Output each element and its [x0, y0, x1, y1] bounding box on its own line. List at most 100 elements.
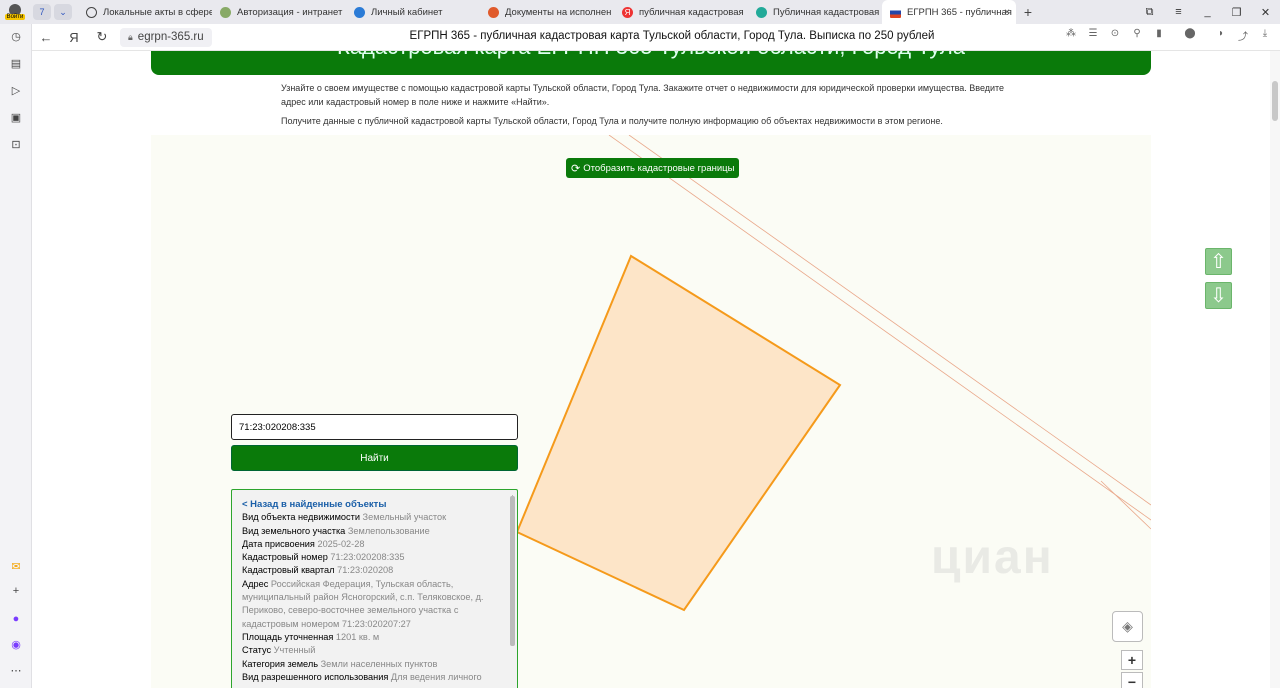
scroll-down-arrow-icon[interactable]: ⇩	[1205, 282, 1232, 309]
back-arrow-icon[interactable]: ←	[32, 30, 60, 45]
info-key: Кадастровый номер	[242, 552, 328, 563]
tab-list-chevron-icon[interactable]: ⌄	[54, 4, 72, 20]
info-rows: Вид объекта недвижимости Земельный участ…	[242, 511, 501, 684]
tab-4[interactable]: Я публичная кадастровая	[614, 0, 748, 24]
vpn-icon[interactable]: ◗	[1210, 28, 1232, 43]
info-value: 1201 кв. м	[335, 631, 380, 642]
info-key: Вид разрешенного использования	[242, 671, 389, 682]
panel-scrollbar[interactable]	[510, 496, 515, 646]
protect-icon[interactable]: ⊙	[1104, 28, 1126, 43]
road-line	[1100, 480, 1151, 530]
bookmark-icon[interactable]: ▮	[1148, 28, 1170, 43]
tab-1[interactable]: Авторизация - интранет	[212, 0, 346, 24]
info-key: Дата присвоения	[242, 538, 315, 549]
new-tab-button[interactable]: +	[1016, 4, 1040, 20]
tab-label: Локальные акты в сфере	[103, 6, 212, 18]
info-row: Площадь уточненная 1201 кв. м	[242, 631, 501, 644]
info-row: Кадастровый квартал 71:23:020208	[242, 564, 501, 577]
screenshot-icon[interactable]: ⊡	[9, 138, 23, 152]
info-row: Вид разрешенного использования Для веден…	[242, 671, 501, 684]
info-row: Дата присвоения 2025-02-28	[242, 538, 501, 551]
tab-6-active[interactable]: ЕГРПН 365 - публичная ×	[882, 0, 1016, 24]
address-bar-actions: ⁂ ☰ ⊙ ⚲ ▮ ⬤ ◗ ⤴ ⤓	[1060, 28, 1276, 43]
page-scrollbar[interactable]	[1270, 51, 1280, 688]
close-tab-icon[interactable]: ×	[1004, 7, 1010, 18]
info-value: Землепользование	[347, 525, 430, 536]
tab-label: публичная кадастровая	[639, 6, 744, 18]
share-icon[interactable]: ⤴	[1232, 28, 1254, 43]
info-key: Вид объекта недвижимости	[242, 512, 360, 523]
intro-paragraph-1: Узнайте о своем имуществе с помощью када…	[281, 83, 1005, 107]
yandex-favicon-icon: Я	[622, 6, 633, 18]
tab-5[interactable]: Публичная кадастровая	[748, 0, 882, 24]
reader-icon[interactable]: ☰	[1082, 28, 1104, 43]
info-key: Статус	[242, 645, 272, 656]
layers-icon[interactable]: ◈	[1112, 611, 1143, 642]
browser-sidebar: ◷ ▤ ▷ ▣ ⊡ ✉ + ● ◉ ⋯	[0, 24, 32, 688]
info-row: Вид земельного участка Землепользование	[242, 525, 501, 538]
object-info-panel: < Назад в найденные объекты Вид объекта …	[231, 489, 518, 688]
banner-title: Кадастровая карта ЕГРПН 365 Тульской обл…	[151, 51, 1151, 75]
info-value: Российская Федерация, Тульская область, …	[242, 578, 484, 629]
tab-0[interactable]: Локальные акты в сфере	[78, 0, 212, 24]
tab-label: Личный кабинет	[371, 6, 443, 18]
site-favicon-icon	[354, 6, 365, 18]
info-row: Категория земель Земли населенных пункто…	[242, 658, 501, 671]
info-key: Вид земельного участка	[242, 525, 346, 536]
info-row: Кадастровый номер 71:23:020208:335	[242, 551, 501, 564]
site-favicon-icon	[488, 6, 499, 18]
zoom-out-button[interactable]: −	[1121, 672, 1143, 688]
info-value: 2025-02-28	[317, 538, 365, 549]
history-icon[interactable]: ◷	[9, 30, 23, 44]
show-cadastral-borders-button[interactable]: ⟳ Отобразить кадастровые границы	[566, 158, 740, 178]
restore-icon[interactable]: ❐	[1222, 6, 1251, 19]
site-favicon-icon	[220, 6, 231, 18]
downloads-icon[interactable]: ⤓	[1254, 28, 1276, 43]
tab-label: ЕГРПН 365 - публичная	[907, 6, 1012, 18]
minimize-icon[interactable]: _	[1193, 6, 1222, 18]
play-icon[interactable]: ▷	[9, 84, 23, 98]
more-icon[interactable]: ⋯	[9, 664, 23, 678]
cadastral-search-input[interactable]	[231, 414, 518, 440]
profile-login-badge: Войти	[4, 14, 26, 20]
alice-icon[interactable]: ◉	[9, 638, 23, 652]
extensions-icon[interactable]: ⚲	[1126, 28, 1148, 43]
site-favicon-icon	[756, 6, 767, 18]
tab-counter[interactable]: 7	[33, 4, 51, 20]
info-key: Кадастровый квартал	[242, 565, 335, 576]
extension-icon[interactable]: ⬤	[1170, 28, 1210, 43]
profile-button[interactable]: Войти	[0, 0, 30, 24]
show-borders-label: Отобразить кадастровые границы	[583, 162, 735, 174]
info-row: Вид объекта недвижимости Земельный участ…	[242, 511, 501, 524]
scrollbar-thumb[interactable]	[1272, 81, 1278, 121]
back-to-results-link[interactable]: < Назад в найденные объекты	[242, 498, 501, 511]
land-parcel[interactable]	[515, 254, 842, 612]
mail-icon[interactable]: ✉	[9, 560, 23, 574]
translate-icon[interactable]: ⁂	[1060, 28, 1082, 43]
tab-3[interactable]: Документы на исполнен	[480, 0, 614, 24]
page-title: ЕГРПН 365 - публичная кадастровая карта …	[409, 30, 935, 42]
bookmarks-icon[interactable]: ⧉	[1135, 6, 1164, 19]
tab-2[interactable]: Личный кабинет	[346, 0, 480, 24]
yandex-icon[interactable]: Я	[60, 30, 88, 45]
tab-label: Документы на исполнен	[505, 6, 612, 18]
refresh-icon: ⟳	[571, 162, 581, 175]
menu-icon[interactable]: ≡	[1164, 6, 1193, 18]
info-value: Учтенный	[273, 645, 316, 656]
close-window-icon[interactable]: ✕	[1251, 6, 1280, 19]
info-key: Адрес	[242, 578, 269, 589]
find-button[interactable]: Найти	[231, 445, 518, 471]
info-value: Земли населенных пунктов	[320, 658, 438, 669]
url-field[interactable]: 🔒︎ egrpn-365.ru	[120, 27, 212, 47]
info-key: Площадь уточненная	[242, 631, 334, 642]
messenger-icon[interactable]: ●	[9, 612, 23, 626]
scroll-up-arrow-icon[interactable]: ⇧	[1205, 248, 1232, 275]
add-icon[interactable]: +	[9, 584, 23, 598]
cian-watermark: циан	[931, 531, 1054, 584]
window-controls: ⧉ ≡ _ ❐ ✕	[1135, 0, 1280, 24]
reload-icon[interactable]: ↻	[88, 29, 116, 45]
calendar-icon[interactable]: ▣	[9, 111, 23, 125]
tab-label: Публичная кадастровая	[773, 6, 880, 18]
zoom-in-button[interactable]: +	[1121, 650, 1143, 670]
notes-icon[interactable]: ▤	[9, 57, 23, 71]
